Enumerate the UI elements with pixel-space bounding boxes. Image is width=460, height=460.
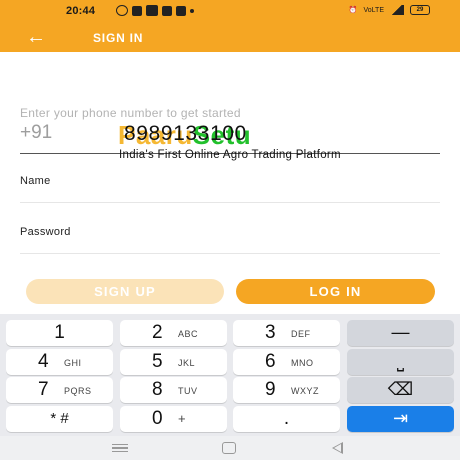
key-3[interactable]: 3 DEF	[233, 320, 340, 346]
key-7[interactable]: 7 PQRS	[6, 377, 113, 403]
sim-icon	[176, 5, 186, 16]
arrow-left-icon[interactable]: ←	[26, 26, 56, 50]
dot-icon	[190, 8, 194, 13]
home-icon[interactable]	[222, 442, 236, 454]
key-9[interactable]: 9 WXYZ	[233, 377, 340, 403]
key-6[interactable]: 6 MNO	[233, 349, 340, 375]
name-field[interactable]: Name	[20, 175, 440, 203]
key-digit: 8	[152, 379, 163, 400]
youtube-icon	[146, 5, 158, 16]
backspace-icon: ⌫	[387, 379, 414, 399]
whatsapp-icon	[116, 5, 128, 16]
signup-button[interactable]: SIGN UP	[26, 279, 224, 304]
tagline: India's First Online Agro Trading Platfo…	[119, 149, 341, 161]
signal-icon	[390, 5, 404, 15]
battery-icon: 29	[410, 5, 430, 15]
key-2[interactable]: 2 ABC	[120, 320, 227, 346]
page-title: SIGN IN	[93, 31, 144, 45]
key-8[interactable]: 8 TUV	[120, 377, 227, 403]
status-right: ⏰ VoLTE 29	[349, 5, 430, 15]
key-letters: JKL	[178, 358, 196, 368]
message-icon	[132, 5, 142, 16]
status-bar: 20:44 ⏰ VoLTE 29	[0, 0, 460, 24]
key-digit: 7	[38, 379, 49, 400]
key-digit: 6	[265, 351, 276, 372]
key-letters: MNO	[291, 358, 314, 368]
app-bar: ← SIGN IN	[0, 24, 460, 52]
next-icon: ⇥	[392, 408, 409, 428]
key-letters: GHI	[64, 358, 82, 368]
key-digit: 9	[265, 379, 276, 400]
country-code: +91	[20, 122, 53, 143]
key-letters: WXYZ	[291, 386, 319, 396]
phone-hint: Enter your phone number to get started	[20, 106, 241, 120]
key-digit: 1	[54, 322, 65, 343]
menu-icon[interactable]	[112, 444, 128, 452]
key-plus: +	[178, 411, 187, 426]
key-4[interactable]: 4 GHI	[6, 349, 113, 375]
password-label: Password	[20, 226, 71, 238]
play-icon	[162, 5, 172, 16]
key-digit: 2	[152, 322, 163, 343]
backspace-key[interactable]: ⌫	[347, 377, 454, 403]
dash-icon: —	[391, 322, 410, 342]
key-letters: DEF	[291, 329, 311, 339]
key-digit: 3	[265, 322, 276, 343]
key-period[interactable]: .	[233, 406, 340, 432]
key-letters: TUV	[178, 386, 198, 396]
key-symbol: .	[283, 408, 290, 429]
space-icon: ⎵	[396, 351, 405, 371]
key-letters: ABC	[178, 329, 199, 339]
network-label: VoLTE	[363, 6, 385, 14]
status-time: 20:44	[66, 5, 96, 17]
password-field[interactable]: Password	[20, 226, 440, 254]
key-digit: 0	[152, 408, 163, 429]
notification-icons	[116, 5, 194, 16]
system-nav-bar	[0, 436, 460, 460]
sign-in-screen: 20:44 ⏰ VoLTE 29 ← SIGN IN Enter your ph…	[0, 0, 460, 460]
phone-input[interactable]: 8989133100	[124, 122, 247, 146]
space-key[interactable]: ⎵	[347, 349, 454, 375]
key-symbols: * #	[50, 410, 69, 427]
dash-key[interactable]: —	[347, 320, 454, 346]
numeric-keyboard: 1 2 ABC 3 DEF — 4 GHI 5 JKL 6 MNO ⎵ 7 PQ…	[0, 314, 460, 436]
name-label: Name	[20, 175, 51, 187]
key-star-hash[interactable]: * #	[6, 406, 113, 432]
alarm-icon: ⏰	[348, 7, 358, 14]
key-1[interactable]: 1	[6, 320, 113, 346]
key-digit: 4	[38, 351, 49, 372]
back-triangle-icon[interactable]	[332, 442, 343, 454]
key-0[interactable]: 0 +	[120, 406, 227, 432]
enter-key[interactable]: ⇥	[347, 406, 454, 432]
key-digit: 5	[152, 351, 163, 372]
login-button[interactable]: LOG IN	[236, 279, 435, 304]
key-5[interactable]: 5 JKL	[120, 349, 227, 375]
key-letters: PQRS	[64, 386, 92, 396]
